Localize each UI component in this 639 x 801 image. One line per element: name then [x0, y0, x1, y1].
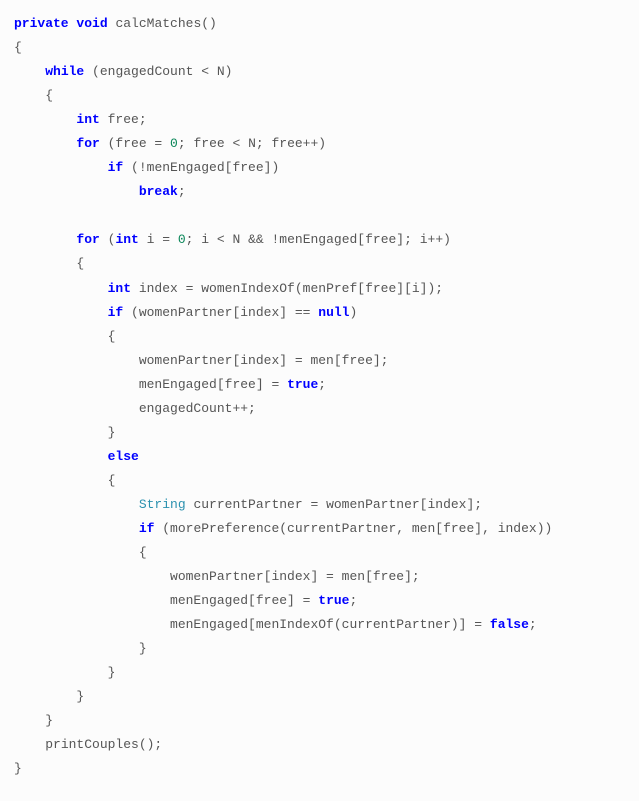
code-line: { [14, 541, 625, 565]
code-line: engagedCount++; [14, 397, 625, 421]
code-line: { [14, 325, 625, 349]
code-line: } [14, 421, 625, 445]
code-line: String currentPartner = womenPartner[ind… [14, 493, 625, 517]
code-line: private void calcMatches() [14, 12, 625, 36]
code-line: } [14, 637, 625, 661]
code-line: menEngaged[free] = true; [14, 589, 625, 613]
code-line: } [14, 685, 625, 709]
code-line: for (int i = 0; i < N && !menEngaged[fre… [14, 228, 625, 252]
code-line: else [14, 445, 625, 469]
code-line: for (free = 0; free < N; free++) [14, 132, 625, 156]
code-line: { [14, 84, 625, 108]
code-line: } [14, 709, 625, 733]
code-line: while (engagedCount < N) [14, 60, 625, 84]
code-line: { [14, 36, 625, 60]
code-block: private void calcMatches(){ while (engag… [14, 12, 625, 782]
code-line: if (womenPartner[index] == null) [14, 301, 625, 325]
code-line: if (!menEngaged[free]) [14, 156, 625, 180]
code-line: if (morePreference(currentPartner, men[f… [14, 517, 625, 541]
code-line: { [14, 252, 625, 276]
code-line: printCouples(); [14, 733, 625, 757]
code-line: womenPartner[index] = men[free]; [14, 349, 625, 373]
code-line [14, 204, 625, 228]
code-line: } [14, 757, 625, 781]
code-line: { [14, 469, 625, 493]
code-line: } [14, 661, 625, 685]
code-line: womenPartner[index] = men[free]; [14, 565, 625, 589]
code-line: int index = womenIndexOf(menPref[free][i… [14, 277, 625, 301]
code-line: break; [14, 180, 625, 204]
code-line: int free; [14, 108, 625, 132]
code-line: menEngaged[menIndexOf(currentPartner)] =… [14, 613, 625, 637]
code-line: menEngaged[free] = true; [14, 373, 625, 397]
